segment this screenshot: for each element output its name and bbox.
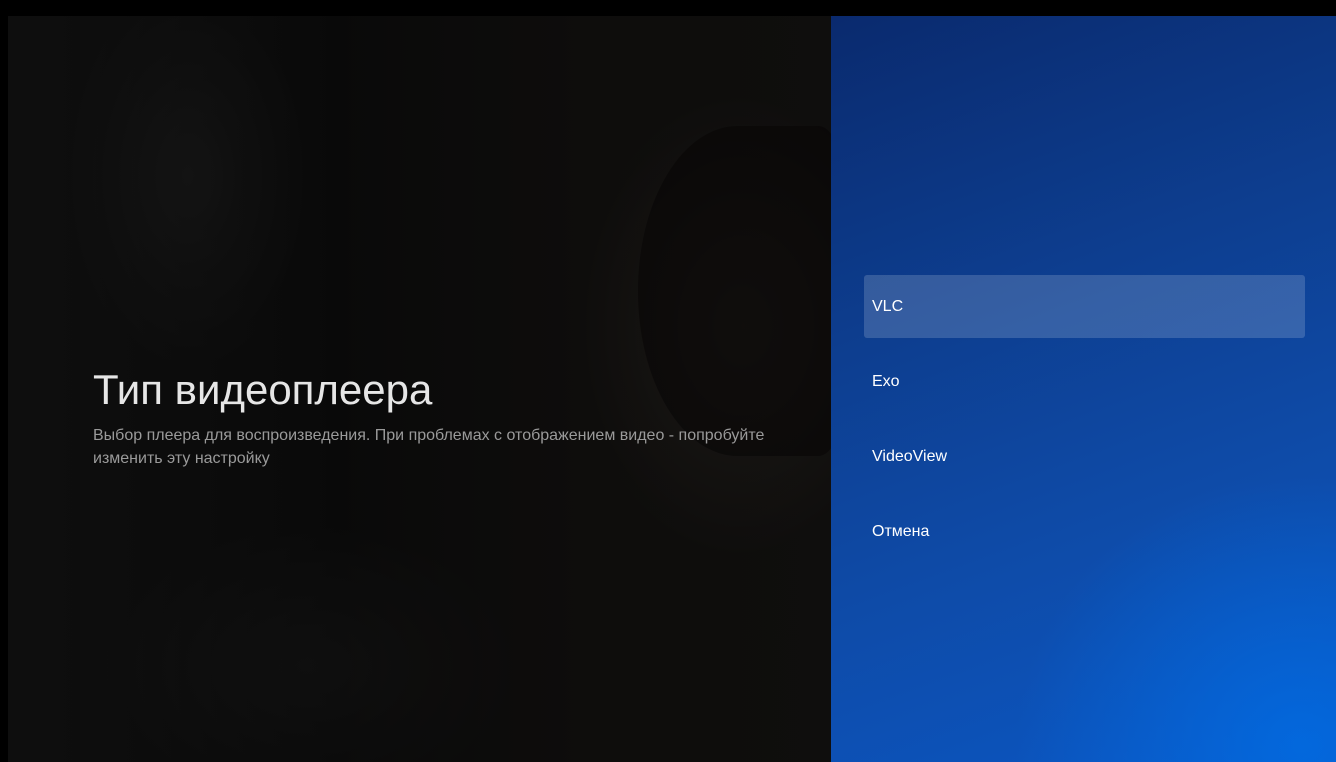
action-vlc[interactable]: VLC bbox=[864, 275, 1305, 338]
guidance-description: Выбор плеера для воспроизведения. При пр… bbox=[93, 427, 765, 467]
action-label: Exo bbox=[872, 372, 900, 390]
settings-dialog: Тип видеоплеера Выбор плеера для воспрои… bbox=[8, 16, 1336, 762]
action-label: Отмена bbox=[872, 522, 930, 540]
action-videoview[interactable]: VideoView bbox=[864, 425, 1305, 488]
actions-panel: VLC Exo VideoView Отмена bbox=[831, 16, 1336, 762]
tv-screen: Тип видеоплеера Выбор плеера для воспрои… bbox=[0, 0, 1336, 762]
guidance-panel: Тип видеоплеера Выбор плеера для воспрои… bbox=[93, 364, 783, 470]
action-label: VideoView bbox=[872, 447, 948, 465]
actions-list: VLC Exo VideoView Отмена bbox=[864, 275, 1305, 575]
action-cancel[interactable]: Отмена bbox=[864, 500, 1305, 563]
action-exo[interactable]: Exo bbox=[864, 350, 1305, 413]
guidance-title: Тип видеоплеера bbox=[93, 366, 433, 413]
action-label: VLC bbox=[872, 297, 904, 315]
